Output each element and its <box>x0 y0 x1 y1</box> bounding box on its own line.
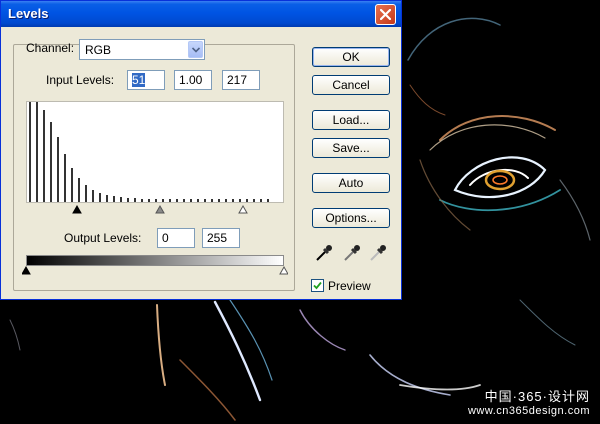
cancel-button[interactable]: Cancel <box>312 75 390 95</box>
input-levels-label: Input Levels: <box>46 73 115 87</box>
black-eyedropper-icon[interactable] <box>314 243 334 263</box>
ok-button[interactable]: OK <box>312 47 390 67</box>
gray-eyedropper-icon[interactable] <box>342 243 362 263</box>
input-gamma-value: 1.00 <box>179 73 203 87</box>
histogram-plot <box>29 102 269 202</box>
output-slider-track[interactable] <box>22 266 288 276</box>
dialog-body: Channel: RGB Input Levels: 51 1.00 217 O… <box>4 27 398 297</box>
output-levels-label: Output Levels: <box>64 231 142 245</box>
white-point-slider[interactable] <box>238 204 248 214</box>
watermark-line-2: www.cn365design.com <box>467 405 590 417</box>
input-slider-track[interactable] <box>26 203 284 217</box>
watermark: 中国·365·设计网 www.cn365design.com <box>468 390 590 418</box>
output-black-slider[interactable] <box>22 266 31 275</box>
channel-label: Channel: <box>26 41 75 55</box>
channel-value: RGB <box>85 43 112 57</box>
title-bar[interactable]: Levels <box>1 1 401 27</box>
output-white-field[interactable]: 255 <box>202 228 240 248</box>
output-gradient-bar <box>26 255 284 266</box>
checkmark-icon <box>313 281 322 290</box>
save-button[interactable]: Save... <box>312 138 390 158</box>
output-white-slider[interactable] <box>279 266 288 275</box>
white-eyedropper-icon[interactable] <box>368 243 388 263</box>
output-white-value: 255 <box>207 231 228 245</box>
black-point-slider[interactable] <box>72 204 82 214</box>
channel-select[interactable]: RGB <box>79 39 205 60</box>
watermark-line-1: 中国·365·设计网 <box>484 389 590 404</box>
input-gamma-field[interactable]: 1.00 <box>174 70 212 90</box>
auto-button[interactable]: Auto <box>312 173 390 193</box>
chevron-down-icon[interactable] <box>188 41 203 58</box>
gamma-slider[interactable] <box>155 204 165 214</box>
output-black-value: 0 <box>162 231 169 245</box>
options-button[interactable]: Options... <box>312 208 390 228</box>
load-button[interactable]: Load... <box>312 110 390 130</box>
input-black-value: 51 <box>132 73 146 87</box>
output-black-field[interactable]: 0 <box>157 228 195 248</box>
preview-label: Preview <box>328 279 371 293</box>
dialog-title: Levels <box>8 6 49 21</box>
input-black-field[interactable]: 51 <box>127 70 165 90</box>
levels-dialog: Levels Channel: RGB Input Levels: 51 1.0… <box>0 0 402 300</box>
close-button[interactable] <box>375 4 396 25</box>
input-white-field[interactable]: 217 <box>222 70 260 90</box>
close-icon <box>380 9 391 20</box>
histogram <box>26 101 284 203</box>
input-white-value: 217 <box>227 73 248 87</box>
preview-checkbox[interactable] <box>311 279 324 292</box>
